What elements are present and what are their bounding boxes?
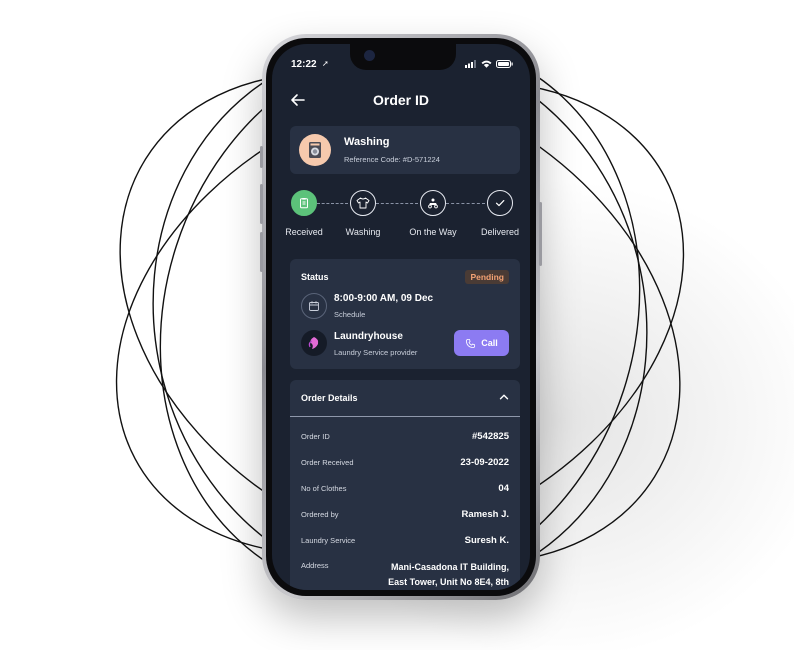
battery-icon [496,60,513,68]
step-received-icon [291,190,317,216]
washing-machine-icon [299,134,331,166]
signal-icon [465,60,476,68]
detail-row: Order Received 23-09-2022 [301,457,509,472]
detail-row: Laundry Service Suresh K. [301,535,509,550]
wifi-icon [481,60,492,68]
detail-key: Laundry Service [301,536,356,545]
detail-value: #542825 [472,431,509,442]
status-badge: Pending [465,270,509,284]
status-time: 12:22 [291,59,317,70]
step-connector [317,203,348,204]
step-connector [376,203,418,204]
status-icons [465,60,513,68]
address-key: Address [301,561,329,570]
detail-row: Order ID #542825 [301,431,509,446]
step-label-delivered: Delivered [480,227,520,237]
phone-frame: 12:22 ➚ Order ID Washing Reference Code:… [260,34,542,600]
detail-key: Order ID [301,432,330,441]
status-card: Status Pending 8:00-9:00 AM, 09 Dec Sche… [290,259,520,369]
front-camera [364,50,375,61]
detail-row: No of Clothes 04 [301,483,509,498]
step-delivered-icon [487,190,513,216]
phone-icon [466,338,476,348]
location-arrow-icon: ➚ [322,59,329,68]
detail-value: 04 [498,483,509,494]
service-name: Washing [344,136,390,148]
step-label-on-the-way: On the Way [409,227,457,237]
app-screen: 12:22 ➚ Order ID Washing Reference Code:… [272,44,530,590]
chevron-up-icon[interactable] [497,390,511,404]
mute-switch [260,146,263,168]
order-details-title: Order Details [301,393,358,403]
detail-value: Suresh K. [464,535,509,546]
status-label: Status [301,272,329,282]
provider-role: Laundry Service provider [334,348,418,357]
step-washing-icon [350,190,376,216]
power-button [539,202,542,266]
provider-logo [301,330,327,356]
step-label-washing: Washing [345,227,381,237]
volume-down-button [260,232,263,272]
reference-code: Reference Code: #D-571224 [344,155,440,164]
order-details-panel: Order Details Order ID #542825 Order Rec… [290,380,520,590]
address-value: Mani-Casadona IT Building, East Tower, U… [388,562,509,587]
detail-row: Ordered by Ramesh J. [301,509,509,524]
notch [350,44,456,70]
step-connector [446,203,485,204]
detail-key: No of Clothes [301,484,347,493]
detail-value: Ramesh J. [461,509,509,520]
step-on-the-way-icon [420,190,446,216]
detail-value: 23-09-2022 [460,457,509,468]
order-details-header[interactable]: Order Details [290,380,520,417]
service-card[interactable]: Washing Reference Code: #D-571224 [290,126,520,174]
schedule-label: Schedule [334,310,366,319]
page-title: Order ID [372,92,429,108]
volume-up-button [260,184,263,224]
header: Order ID [272,90,530,112]
call-button[interactable]: Call [454,330,509,356]
calendar-icon [301,293,327,319]
phone-bezel: 12:22 ➚ Order ID Washing Reference Code:… [266,38,536,596]
provider-name: Laundryhouse [334,331,403,342]
detail-key: Ordered by [301,510,339,519]
detail-key: Order Received [301,458,354,467]
order-progress-tracker: Received Washing On the Way Delivered [272,190,530,240]
schedule-time: 8:00-9:00 AM, 09 Dec [334,293,434,304]
call-label: Call [481,338,498,348]
